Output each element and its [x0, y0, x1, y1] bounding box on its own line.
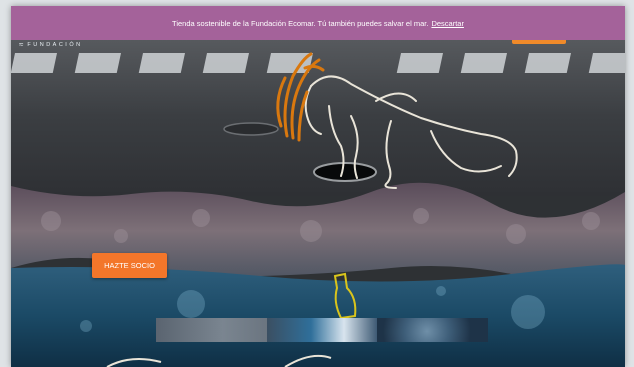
gallery-thumb[interactable]	[156, 318, 267, 342]
hero-illustration	[11, 36, 625, 367]
manhole-hole	[313, 162, 377, 182]
manhole-cover	[223, 122, 279, 136]
wave-logo-icon: ≈	[19, 40, 24, 49]
gallery-thumb[interactable]	[377, 318, 489, 342]
site-logo[interactable]: ≈ FUNDACIÓN	[19, 40, 83, 49]
hamburger-menu-icon[interactable]	[512, 40, 566, 44]
gallery-strip	[156, 318, 489, 342]
page-viewport: Tienda sostenible de la Fundación Ecomar…	[11, 6, 625, 367]
join-button[interactable]: HAZTE SOCIO	[92, 253, 167, 278]
promo-banner: Tienda sostenible de la Fundación Ecomar…	[11, 6, 625, 40]
gallery-thumb[interactable]	[266, 318, 378, 342]
promo-text: Tienda sostenible de la Fundación Ecomar…	[172, 18, 429, 28]
logo-text: FUNDACIÓN	[27, 41, 83, 48]
dismiss-link[interactable]: Descartar	[431, 19, 464, 28]
